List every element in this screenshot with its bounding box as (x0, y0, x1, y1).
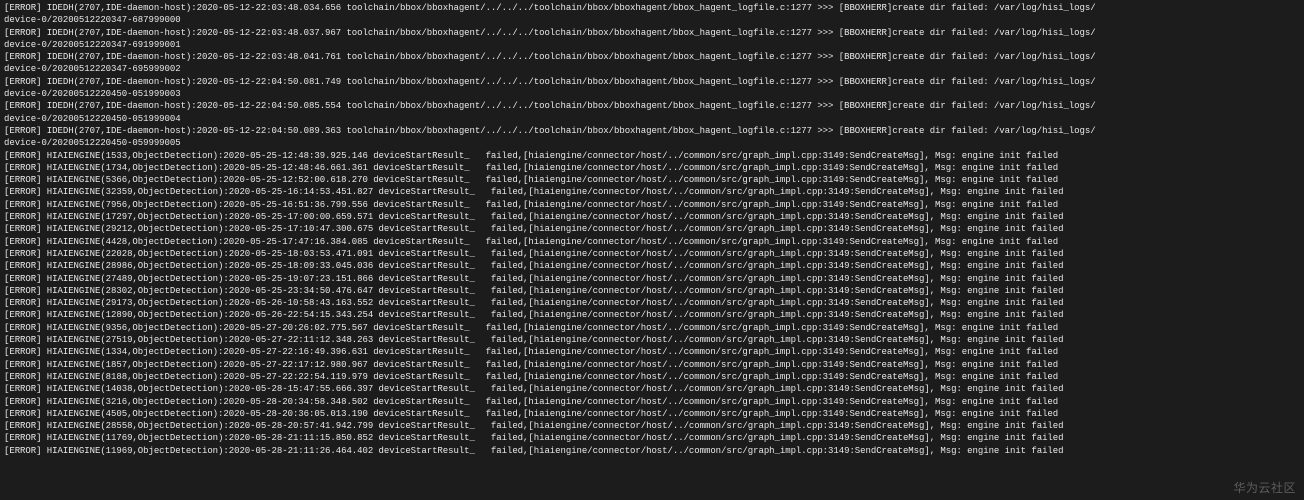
terminal-window: [ERROR] IDEDH(2707,IDE-daemon-host):2020… (0, 0, 1304, 500)
log-output[interactable]: [ERROR] IDEDH(2707,IDE-daemon-host):2020… (0, 0, 1304, 457)
watermark-text: 华为云社区 (1233, 479, 1296, 496)
